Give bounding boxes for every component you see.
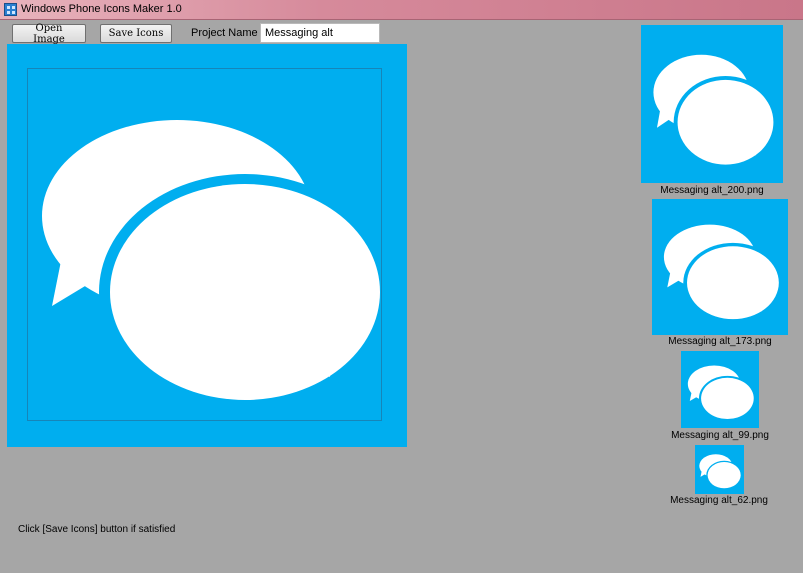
project-name-input[interactable] <box>260 23 380 43</box>
preview-62 <box>695 445 744 494</box>
window-title: Windows Phone Icons Maker 1.0 <box>21 3 182 15</box>
open-image-button[interactable]: Open Image <box>12 23 86 45</box>
messaging-bubbles-icon <box>641 25 783 183</box>
preview-99-label: Messaging alt_99.png <box>671 430 769 441</box>
preview-99 <box>681 351 759 428</box>
preview-62-label: Messaging alt_62.png <box>670 495 768 506</box>
messaging-bubbles-icon <box>695 445 744 494</box>
save-icons-button[interactable]: Save Icons <box>100 24 172 43</box>
title-bar: Windows Phone Icons Maker 1.0 <box>0 0 803 20</box>
app-icon <box>4 3 17 16</box>
preview-173-label: Messaging alt_173.png <box>668 336 772 347</box>
project-name-label: Project Name <box>191 27 258 39</box>
icon-canvas[interactable] <box>7 44 407 447</box>
safe-area-guide <box>27 68 382 421</box>
preview-173 <box>652 199 788 335</box>
messaging-bubbles-icon <box>681 351 759 428</box>
status-message: Click [Save Icons] button if satisfied <box>18 524 176 535</box>
preview-200 <box>641 25 783 183</box>
messaging-bubbles-icon <box>652 199 788 335</box>
preview-200-label: Messaging alt_200.png <box>660 185 764 196</box>
